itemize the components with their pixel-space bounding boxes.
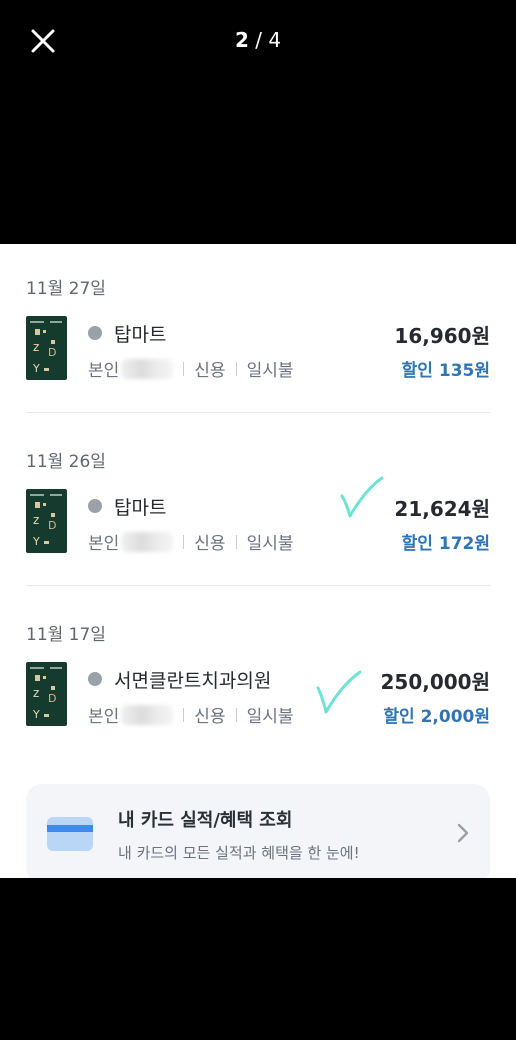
svg-text:z: z [33, 686, 39, 700]
transaction-date: 11월 27일 [26, 279, 106, 299]
banner-title: 내 카드 실적/혜택 조회 [118, 810, 293, 831]
transaction-meta: 본인 신용 일시불 [88, 529, 293, 554]
banner-subtitle: 내 카드의 모든 실적과 혜택을 한 눈에! [118, 844, 360, 862]
transaction-group: 11월 27일 z D Y 탑마트 16,960원 본인 신용 일시불 할인 1… [26, 274, 490, 394]
meta-divider [235, 534, 237, 549]
transaction-group: 11월 26일 z D Y 탑마트 21,624원 본인 신용 일시불 할인 1… [26, 447, 490, 567]
svg-text:z: z [33, 513, 39, 527]
meta-divider [235, 361, 237, 376]
credit-card-icon [47, 817, 93, 851]
transaction-date: 11월 26일 [26, 452, 106, 472]
payment-type: 신용 [194, 707, 226, 727]
page-counter: 2 / 4 [0, 28, 516, 52]
transaction-meta: 본인 신용 일시불 [88, 356, 293, 381]
transaction-meta: 본인 신용 일시불 [88, 702, 293, 727]
discount-amount: 할인 172원 [401, 534, 490, 554]
meta-divider [235, 707, 237, 722]
viewer-top-bar: 2 / 4 [0, 0, 516, 244]
transaction-amount: 250,000원 [380, 670, 491, 694]
card-thumbnail: z D Y [26, 662, 67, 726]
installment-plan: 일시불 [246, 707, 294, 727]
card-thumbnail: z D Y [26, 489, 67, 553]
owner-label: 본인 [88, 534, 120, 554]
merchant-status-dot [88, 326, 102, 340]
page-current: 2 [234, 28, 249, 52]
handwritten-check-icon [316, 670, 362, 714]
discount-amount: 할인 2,000원 [383, 707, 490, 727]
transaction-amount: 16,960원 [394, 324, 490, 348]
merchant-name: 서면클란트치과의원 [114, 670, 272, 692]
row-divider [26, 412, 490, 413]
merchant-name: 탑마트 [114, 497, 167, 519]
svg-text:Y: Y [32, 708, 40, 721]
owner-label: 본인 [88, 361, 120, 381]
page-total: 4 [268, 28, 282, 52]
svg-text:Y: Y [32, 535, 40, 548]
merchant-status-dot [88, 672, 102, 686]
installment-plan: 일시불 [246, 534, 294, 554]
svg-text:D: D [48, 519, 56, 532]
meta-divider [183, 534, 185, 549]
page-separator: / [255, 28, 262, 52]
payment-type: 신용 [194, 361, 226, 381]
merchant-name: 탑마트 [114, 324, 167, 346]
owner-label: 본인 [88, 707, 120, 727]
transaction-date: 11월 17일 [26, 625, 106, 645]
svg-text:D: D [48, 346, 56, 359]
meta-divider [183, 707, 185, 722]
card-benefits-banner[interactable]: 내 카드 실적/혜택 조회 내 카드의 모든 실적과 혜택을 한 눈에! [26, 784, 490, 878]
meta-divider [183, 361, 185, 376]
installment-plan: 일시불 [246, 361, 294, 381]
payment-type: 신용 [194, 534, 226, 554]
transaction-sheet: 11월 27일 z D Y 탑마트 16,960원 본인 신용 일시불 할인 1… [0, 244, 516, 878]
viewer-bottom-bar [0, 878, 516, 1040]
svg-text:Y: Y [32, 362, 40, 375]
svg-text:z: z [33, 340, 39, 354]
masked-card-number [121, 531, 174, 552]
transaction-group: 11월 17일 z D Y 서면클란트치과의원 250,000원 본인 신용 일… [26, 620, 490, 740]
card-thumbnail: z D Y [26, 316, 67, 380]
transaction-amount: 21,624원 [394, 497, 490, 521]
handwritten-check-icon [340, 476, 384, 518]
masked-card-number [121, 704, 174, 725]
chevron-right-icon [457, 823, 469, 843]
svg-text:D: D [48, 692, 56, 705]
merchant-status-dot [88, 499, 102, 513]
row-divider [26, 585, 490, 586]
masked-card-number [121, 358, 174, 379]
discount-amount: 할인 135원 [401, 361, 490, 381]
